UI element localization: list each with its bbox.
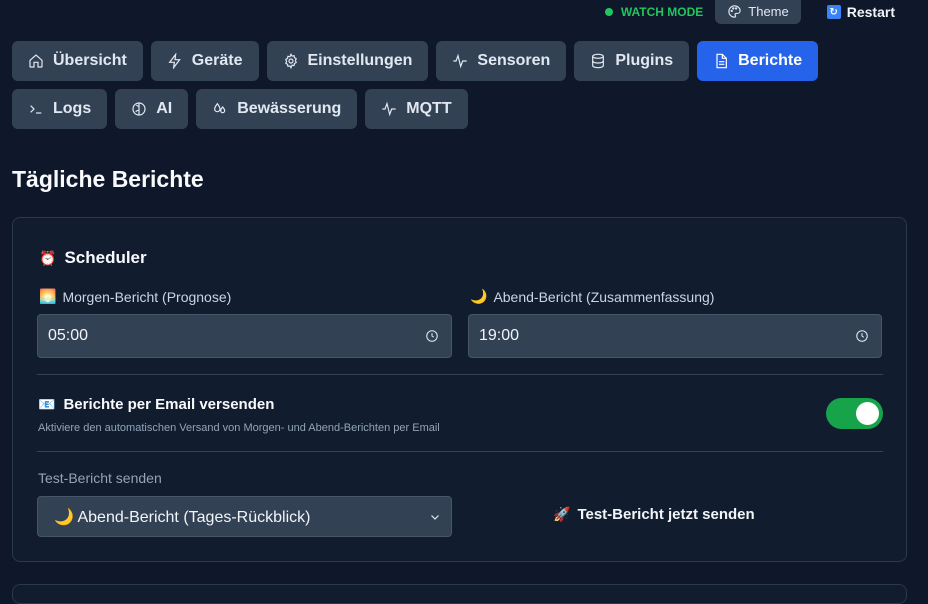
email-title-text: Berichte per Email versenden — [63, 396, 275, 413]
sunrise-icon: 🌅 — [39, 288, 57, 304]
tab-label: Einstellungen — [307, 52, 413, 69]
chevron-down-icon — [431, 514, 439, 520]
tab-sensoren[interactable]: Sensoren — [436, 41, 567, 81]
activity-icon — [453, 53, 468, 69]
email-setting-description: Aktiviere den automatischen Versand von … — [38, 422, 440, 434]
clock-icon[interactable] — [425, 329, 439, 343]
evening-time-input[interactable]: 19:00 — [468, 314, 882, 358]
evening-label-text: Abend-Bericht (Zusammenfassung) — [493, 288, 715, 305]
palette-icon — [728, 4, 741, 18]
morning-time-input[interactable]: 05:00 — [37, 314, 452, 358]
top-bar: WATCH MODE Theme ↻ Restart — [0, 0, 928, 24]
restart-button[interactable]: ↻ Restart — [813, 4, 895, 20]
home-icon — [29, 54, 43, 68]
tab-label: Übersicht — [53, 52, 127, 69]
test-report-select[interactable]: 🌙 Abend-Bericht (Tages-Rückblick) — [37, 496, 452, 537]
morning-time-value: 05:00 — [48, 327, 89, 344]
terminal-icon — [30, 105, 42, 114]
tab-geraete[interactable]: Geräte — [150, 41, 259, 81]
brain-icon — [132, 102, 146, 116]
morning-report-label: 🌅 Morgen-Bericht (Prognose) — [39, 288, 231, 305]
alarm-clock-icon: ⏰ — [39, 249, 57, 266]
tab-bewaesserung[interactable]: Bewässerung — [196, 89, 358, 129]
tab-label: Logs — [53, 100, 92, 117]
test-report-label: Test-Bericht senden — [38, 470, 162, 486]
tab-label: AI — [156, 100, 173, 117]
morning-label-text: Morgen-Bericht (Prognose) — [62, 288, 232, 305]
bolt-icon — [168, 53, 181, 69]
tab-mqtt[interactable]: MQTT — [365, 89, 468, 129]
tab-uebersicht[interactable]: Übersicht — [12, 41, 143, 81]
watch-mode-label: WATCH MODE — [620, 5, 704, 19]
page-title: Tägliche Berichte — [12, 166, 204, 192]
test-report-selected: 🌙 Abend-Bericht (Tages-Rückblick) — [54, 508, 311, 526]
scheduler-heading: ⏰ Scheduler — [39, 248, 147, 268]
theme-button[interactable]: Theme — [715, 0, 801, 24]
droplets-icon — [214, 102, 226, 114]
tab-label: Bewässerung — [237, 100, 342, 117]
tab-plugins[interactable]: Plugins — [574, 41, 690, 81]
scheduler-card: ⏰ Scheduler 🌅 Morgen-Bericht (Prognose) … — [12, 217, 907, 562]
rocket-icon: 🚀 — [553, 506, 571, 522]
activity-icon — [382, 101, 396, 117]
tab-label: Plugins — [615, 52, 674, 69]
scheduler-title: Scheduler — [64, 248, 147, 267]
theme-label: Theme — [748, 3, 789, 19]
database-icon — [592, 53, 605, 69]
status-dot-icon — [604, 8, 613, 16]
email-icon: 📧 — [38, 396, 56, 412]
evening-report-label: 🌙 Abend-Bericht (Zusammenfassung) — [470, 288, 714, 305]
main-tabs: Übersicht Geräte Einstellungen Sensoren … — [12, 41, 902, 129]
send-test-report-label: Test-Bericht jetzt senden — [577, 506, 755, 523]
send-test-report-button[interactable]: 🚀 Test-Bericht jetzt senden — [553, 506, 755, 523]
tab-logs[interactable]: Logs — [12, 89, 108, 129]
divider — [37, 451, 883, 452]
tab-ai[interactable]: AI — [115, 89, 189, 129]
tab-label: Geräte — [191, 52, 243, 69]
document-icon — [716, 53, 728, 69]
moon-icon: 🌙 — [470, 288, 488, 304]
gear-icon — [284, 53, 297, 69]
tab-label: Sensoren — [477, 52, 551, 69]
tab-einstellungen[interactable]: Einstellungen — [266, 41, 429, 81]
evening-time-value: 19:00 — [479, 327, 520, 344]
toggle-knob — [856, 402, 879, 425]
email-setting-title: 📧 Berichte per Email versenden — [38, 396, 274, 413]
tab-berichte[interactable]: Berichte — [697, 41, 819, 81]
watch-mode-indicator: WATCH MODE — [604, 5, 704, 19]
next-card — [12, 584, 907, 604]
email-toggle[interactable] — [826, 398, 883, 429]
divider — [37, 374, 883, 375]
clock-icon[interactable] — [855, 329, 869, 343]
restart-icon: ↻ — [826, 5, 841, 19]
restart-label: Restart — [846, 4, 895, 20]
tab-label: MQTT — [406, 100, 452, 117]
tab-label: Berichte — [738, 52, 803, 69]
